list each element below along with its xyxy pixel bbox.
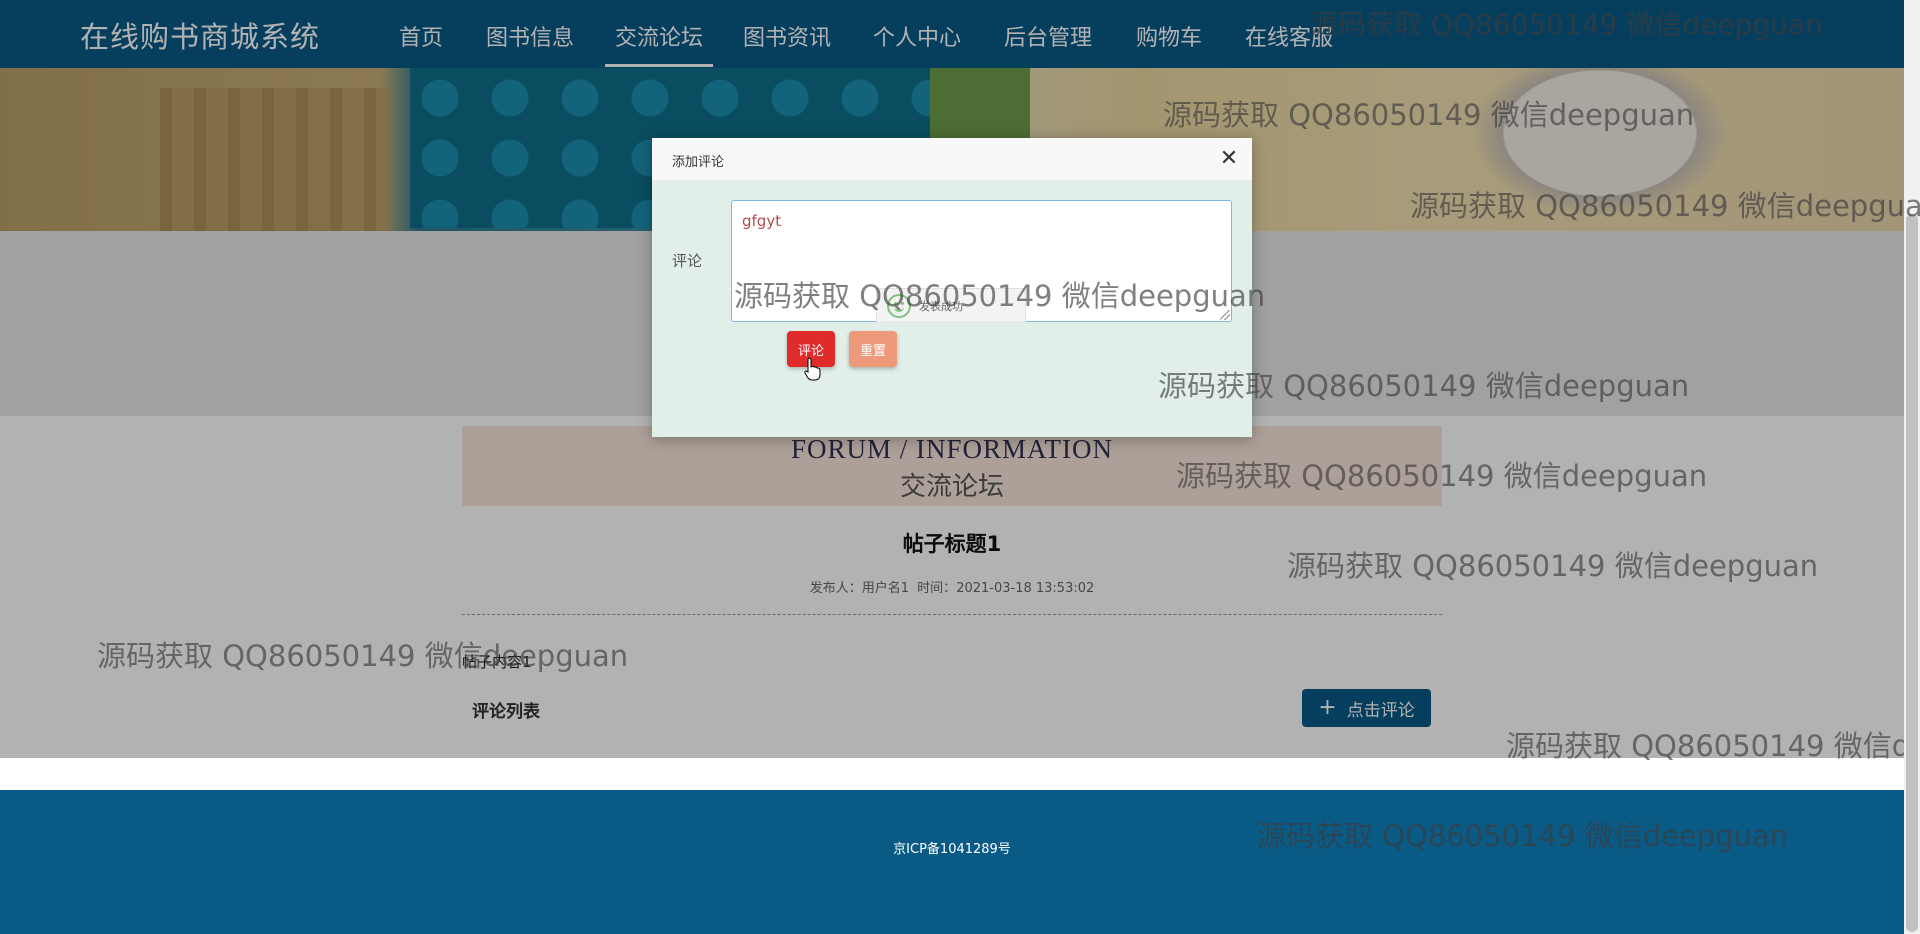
icp-number: 京ICP备1041289号 — [893, 842, 1011, 857]
footer: 京ICP备1041289号 — [0, 790, 1904, 934]
scrollbar-thumb[interactable] — [1906, 214, 1918, 932]
dialog-header: 添加评论 ✕ — [652, 138, 1252, 180]
hand-cursor-icon — [804, 357, 821, 381]
resize-grip-icon[interactable] — [1220, 310, 1230, 320]
dialog-title: 添加评论 — [672, 155, 725, 170]
page: 在线购书商城系统 首页 图书信息 交流论坛 图书资讯 个人中心 后台管理 购物车… — [0, 0, 1920, 934]
footer-spacer — [0, 758, 1904, 790]
close-icon[interactable]: ✕ — [1216, 146, 1242, 172]
success-toast: 发表成功 — [876, 288, 1026, 323]
reset-button[interactable]: 重置 — [849, 331, 897, 367]
smile-icon — [887, 293, 911, 318]
toast-message: 发表成功 — [919, 299, 963, 313]
add-comment-dialog: 添加评论 ✕ 评论 gfgyt 发表成功 评论 重置 — [652, 138, 1252, 437]
comment-field-label: 评论 — [672, 252, 703, 270]
